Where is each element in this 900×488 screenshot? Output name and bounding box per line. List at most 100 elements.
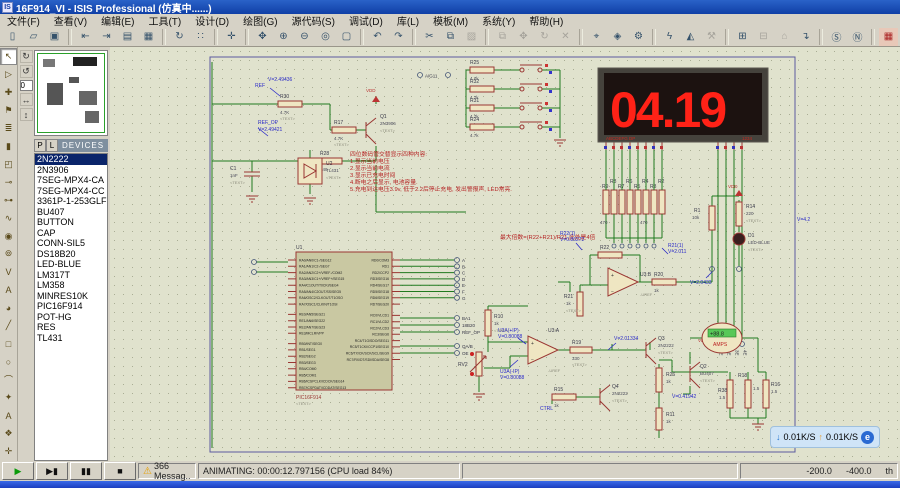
virtual-instrument-mode-button[interactable]: ◕ — [0, 299, 17, 316]
resistor-r22[interactable]: R22 — [598, 245, 622, 258]
generator-mode-button[interactable]: ⊚ — [0, 245, 17, 262]
resistor-r21[interactable]: R21 1k <TEXT> — [564, 292, 583, 316]
2d-box-mode-button[interactable]: □ — [0, 335, 17, 352]
resistor-r18[interactable]: R18 1.5 — [738, 373, 760, 408]
resistor-r15[interactable]: R15 1k CTRL — [540, 387, 576, 412]
seg-resistor[interactable] — [643, 190, 649, 214]
2d-line-mode-button[interactable]: ╱ — [0, 317, 17, 334]
seg-resistor[interactable] — [603, 190, 609, 214]
transistor-q4[interactable]: Q4 2N2222 <TEXT> — [600, 384, 628, 411]
print-button[interactable]: ▤ — [118, 28, 137, 46]
device-item-3361p-1-253glf[interactable]: 3361P-1-253GLF — [35, 196, 107, 207]
2d-text-mode-button[interactable]: A — [0, 407, 17, 424]
device-item-led-blue[interactable]: LED-BLUE — [35, 259, 107, 270]
export-section-button[interactable]: ⇥ — [97, 28, 116, 46]
new-file-button[interactable]: ▯ — [3, 28, 22, 46]
junction-dot-mode-button[interactable]: ✚ — [0, 84, 17, 101]
2d-symbol-mode-button[interactable]: ❖ — [0, 425, 17, 442]
paste-button[interactable]: ▨ — [462, 28, 481, 46]
device-item-pot-hg[interactable]: POT-HG — [35, 312, 107, 323]
terminal-d[interactable] — [455, 276, 460, 281]
probe-ref-op[interactable]: REF_OP V=2.49421 — [258, 120, 283, 136]
2d-path-mode-button[interactable]: ✦ — [0, 389, 17, 406]
resistor-r10[interactable]: R10 1k <TEXT> — [485, 310, 510, 336]
block-rotate-button[interactable]: ↻ — [535, 28, 554, 46]
menu-item-0[interactable]: 文件(F) — [0, 13, 47, 28]
tape-recorder-mode-button[interactable]: ◉ — [0, 228, 17, 245]
bank-row-1[interactable]: R324.7k — [466, 79, 560, 100]
make-device-button[interactable]: ◈ — [608, 28, 627, 46]
2d-marker-mode-button[interactable]: ✛ — [0, 443, 17, 460]
undo-button[interactable]: ↶ — [368, 28, 387, 46]
probe-q2[interactable]: V=0.41942 — [672, 394, 697, 400]
zoom-area-button[interactable]: ▢ — [337, 28, 356, 46]
rotation-angle-input[interactable] — [20, 80, 33, 91]
menu-item-11[interactable]: 帮助(H) — [522, 13, 570, 28]
open-file-button[interactable]: ▱ — [24, 28, 43, 46]
2d-circle-mode-button[interactable]: ○ — [0, 353, 17, 370]
overview-map[interactable] — [34, 50, 108, 136]
net-speed-widget[interactable]: ↓ 0.01K/S ↑ 0.01K/S e — [770, 426, 880, 448]
bank-row-3[interactable]: R244.7k — [466, 117, 560, 138]
terminal-ref_op[interactable] — [455, 330, 460, 335]
block-move-button[interactable]: ✥ — [514, 28, 533, 46]
packaging-tool-button[interactable]: ⚙ — [629, 28, 648, 46]
bus-mode-button[interactable]: ▮ — [0, 138, 17, 155]
menu-item-4[interactable]: 设计(D) — [188, 13, 236, 28]
rv2-up-dot[interactable] — [470, 352, 474, 356]
pick-device-button[interactable]: ⌖ — [587, 28, 606, 46]
comb-pin[interactable] — [644, 244, 648, 248]
transistor-q2[interactable]: Q2 BU407 <TEXT> — [690, 362, 716, 388]
resistor-r1[interactable]: R1 10k — [692, 206, 715, 230]
device-item-button[interactable]: BUTTON — [35, 217, 107, 228]
text-script-mode-button[interactable]: ≣ — [0, 120, 17, 137]
zoom-all-button[interactable]: ◎ — [316, 28, 335, 46]
bank-resistor[interactable] — [470, 105, 494, 111]
ammeter[interactable]: +88.8 AMPS — [702, 323, 742, 353]
device-item-conn-sil5[interactable]: CONN-SIL5 — [35, 238, 107, 249]
device-item-7seg-mpx4-cc[interactable]: 7SEG-MPX4-CC — [35, 186, 107, 197]
ares-netlist-button[interactable]: ▦ — [879, 28, 898, 46]
resistor-r30[interactable]: R30 4.7K <TEXT> — [278, 94, 302, 121]
rotate-anticlockwise-button[interactable]: ↺ — [20, 65, 33, 78]
remove-sheet-button[interactable]: ⊟ — [754, 28, 773, 46]
resistor-r17[interactable]: R17 4.7K <TEXT> — [332, 120, 356, 147]
os-taskbar[interactable] — [0, 481, 900, 488]
device-pin-mode-button[interactable]: ⊶ — [0, 192, 17, 209]
pick-parts-button[interactable]: P — [34, 139, 46, 152]
menu-item-6[interactable]: 源代码(S) — [285, 13, 342, 28]
rotate-clockwise-button[interactable]: ↻ — [20, 50, 33, 63]
menu-item-7[interactable]: 调试(D) — [342, 13, 390, 28]
probe-u3a-minus[interactable]: U3A(-IP) V=0.80088 — [500, 360, 525, 381]
block-copy-button[interactable]: ⧉ — [493, 28, 512, 46]
seg-resistor[interactable] — [619, 190, 625, 214]
copy-button[interactable]: ⧉ — [441, 28, 460, 46]
device-item-cap[interactable]: CAP — [35, 228, 107, 239]
resistor-r14[interactable]: R14 220 <TEXT> — [736, 202, 762, 226]
redo-button[interactable]: ↷ — [389, 28, 408, 46]
menu-item-5[interactable]: 绘图(G) — [236, 13, 284, 28]
comb-pin[interactable] — [652, 244, 656, 248]
left-terminal-1[interactable] — [252, 260, 257, 265]
toggle-grid-button[interactable]: ∷ — [191, 28, 210, 46]
terminal-18b20[interactable] — [455, 323, 460, 328]
origin-button[interactable]: ✛ — [222, 28, 241, 46]
zoom-in-button[interactable]: ⊕ — [274, 28, 293, 46]
goto-sheet-button[interactable]: ⌂ — [775, 28, 794, 46]
device-item-ds18b20[interactable]: DS18B20 — [35, 249, 107, 260]
resistor-r20[interactable]: R20 1k — [652, 272, 676, 293]
comb-pin[interactable] — [628, 244, 632, 248]
design-explorer-button[interactable]: ↴ — [796, 28, 815, 46]
library-button[interactable]: L — [46, 139, 58, 152]
device-item-minres10k[interactable]: MINRES10K — [35, 291, 107, 302]
graph-mode-button[interactable]: ∿ — [0, 210, 17, 227]
resistor-r16[interactable]: R16 1.5 — [763, 380, 780, 408]
stop-button[interactable]: ■ — [104, 462, 136, 480]
terminal-d1[interactable] — [737, 267, 742, 272]
terminal-mode-button[interactable]: ⊸ — [0, 174, 17, 191]
step-button[interactable]: ▶▮ — [36, 462, 68, 480]
probe-r21[interactable]: R21(1) V=2.011 — [662, 243, 687, 255]
probe-top[interactable]: V=2.0433 — [690, 272, 712, 286]
bank-row-2[interactable]: R314.7k — [466, 98, 560, 119]
resistor-r26[interactable]: R26 1k — [656, 368, 675, 392]
